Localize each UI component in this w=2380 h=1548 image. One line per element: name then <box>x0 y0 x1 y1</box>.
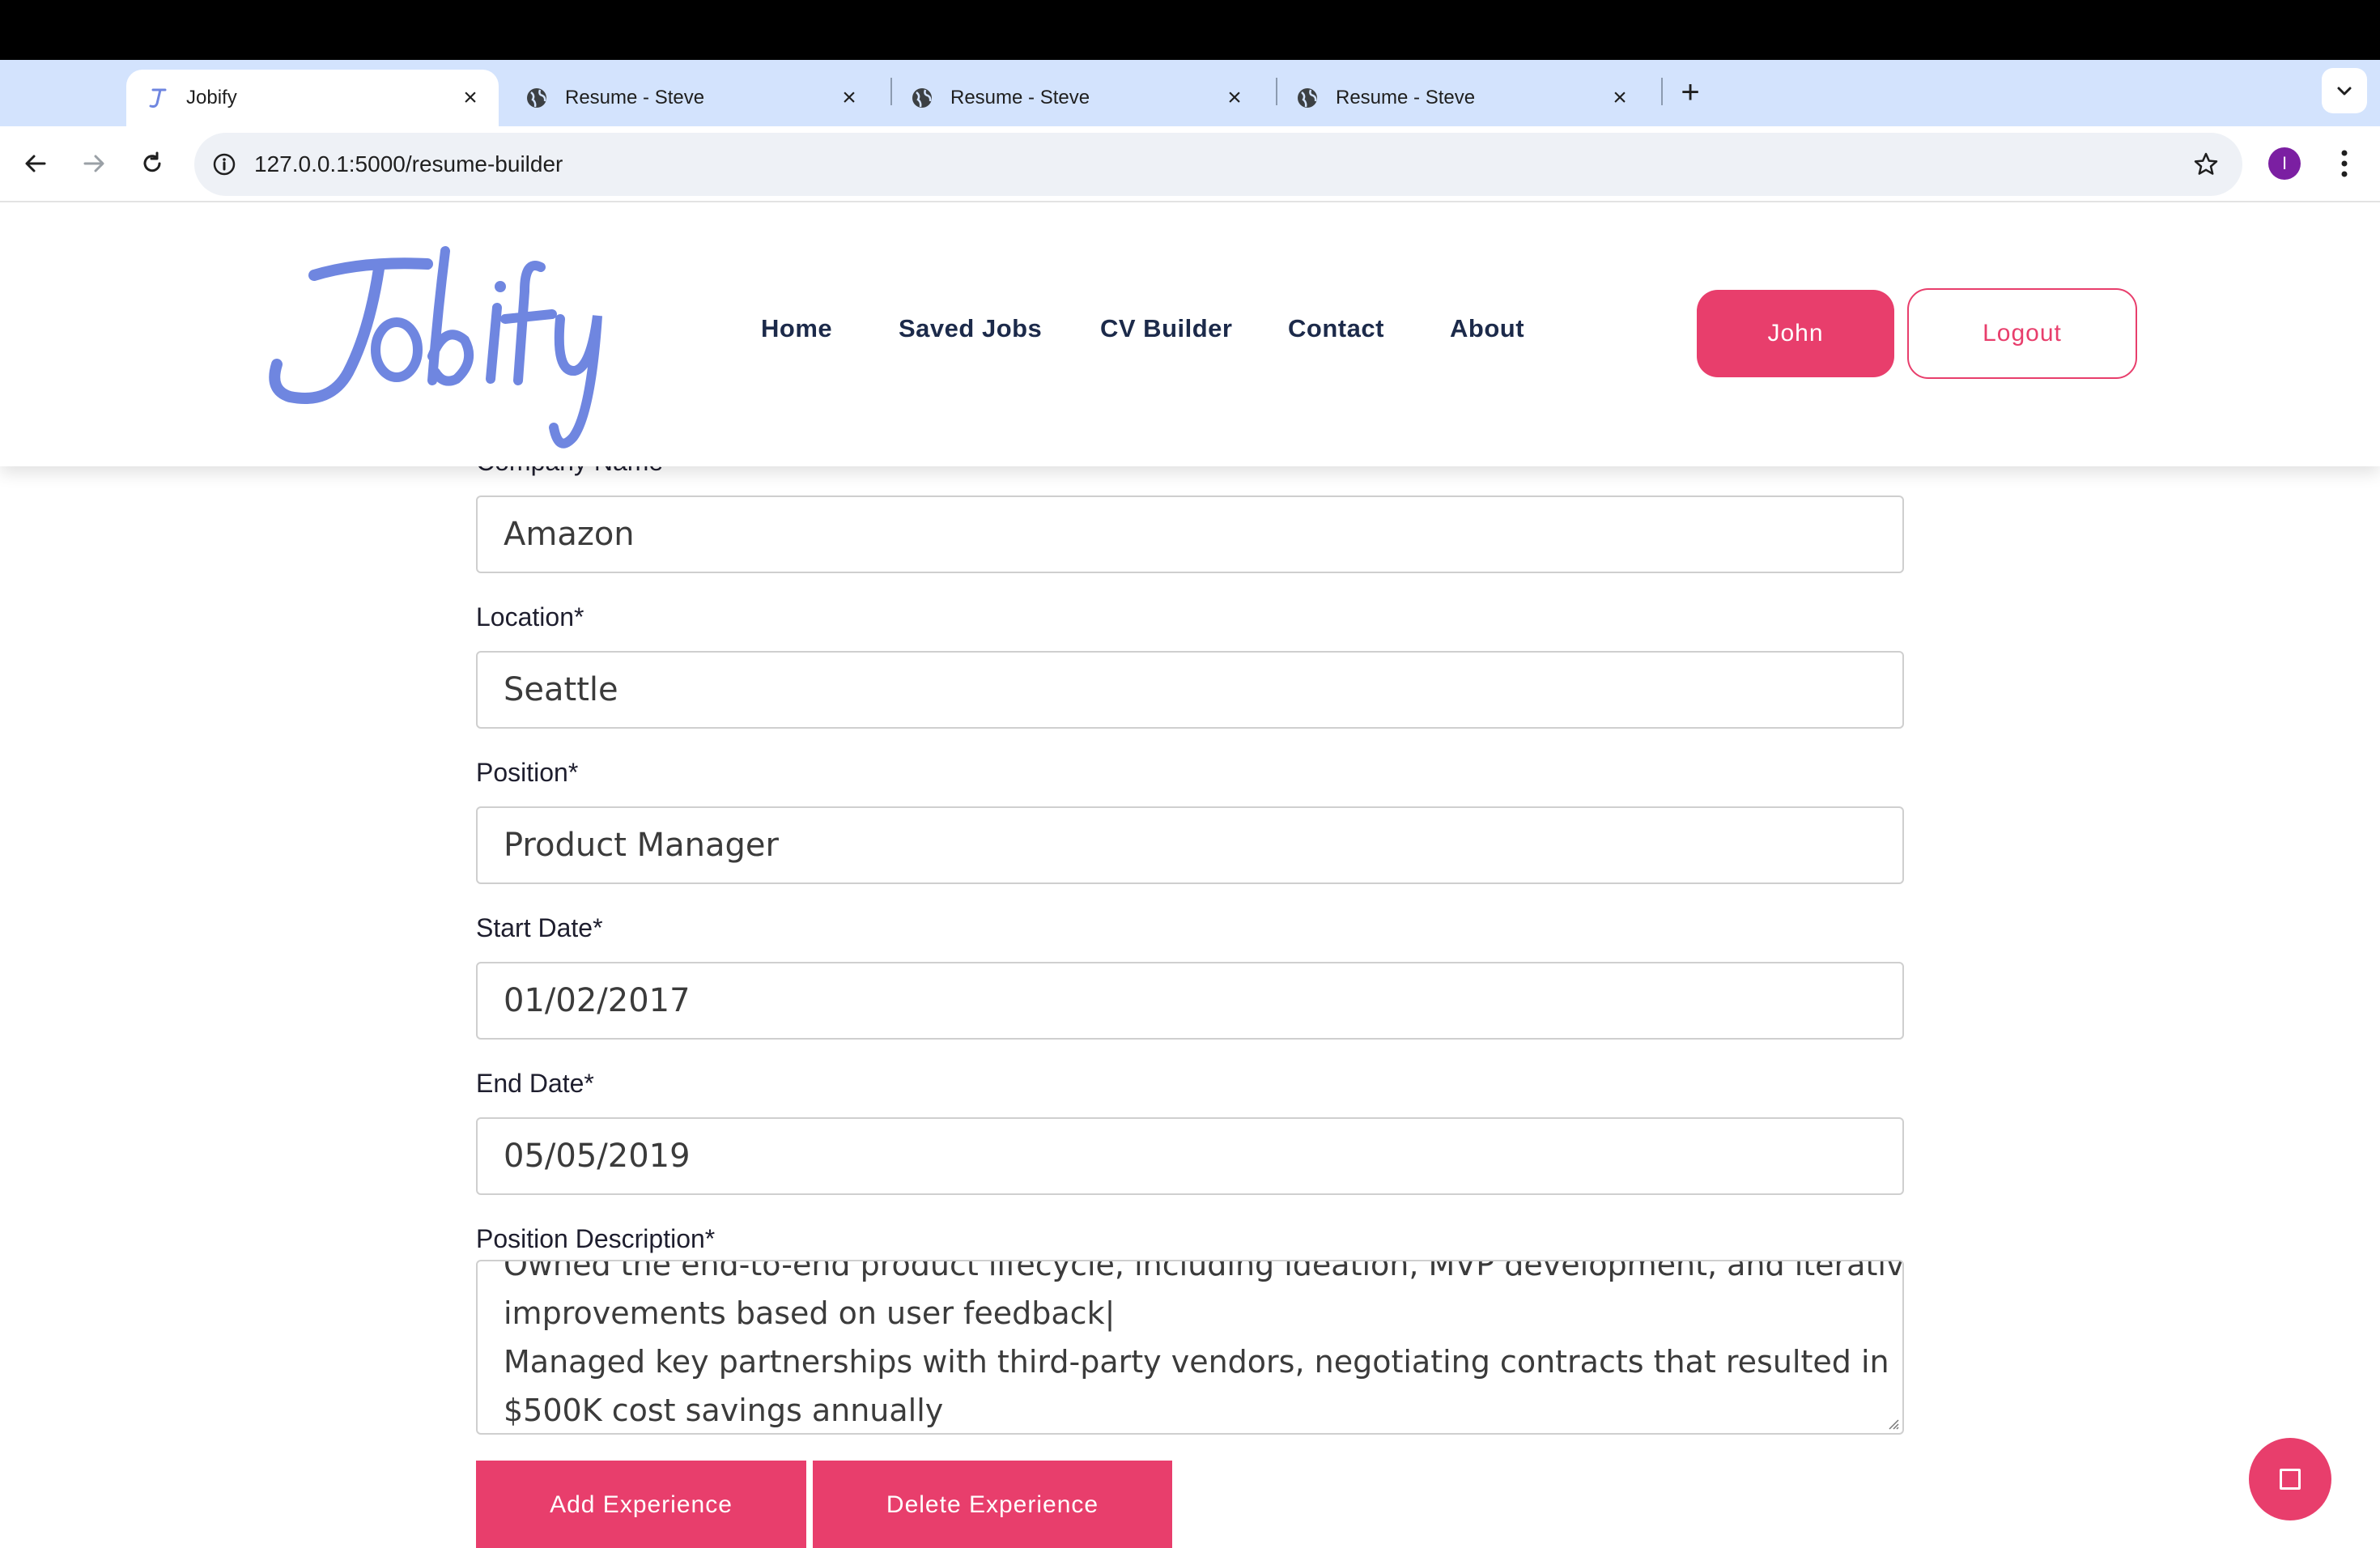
profile-avatar[interactable]: I <box>2268 147 2301 180</box>
resize-grip-icon[interactable] <box>1888 1418 1899 1430</box>
description-line: improvements based on user feedback| <box>504 1295 1116 1331</box>
description-line: Managed key partnerships with third-part… <box>504 1344 1889 1380</box>
arrow-left-icon <box>25 155 46 172</box>
address-bar[interactable]: 127.0.0.1:5000/resume-builder <box>194 133 2242 196</box>
os-top-bar <box>0 0 2380 60</box>
nav-saved-jobs[interactable]: Saved Jobs <box>899 314 1042 343</box>
tab-title: Resume - Steve <box>950 87 1090 108</box>
reload-icon <box>143 151 161 172</box>
browser-tab-resume[interactable]: Resume - Steve × <box>1276 70 1648 126</box>
start-date-input[interactable]: 01/02/2017 <box>476 962 1904 1040</box>
company-name-input[interactable]: Amazon <box>476 495 1904 573</box>
add-experience-button[interactable]: Add Experience <box>476 1461 806 1548</box>
browser-tab-jobify[interactable]: Jobify × <box>126 70 499 126</box>
chevron-down-icon <box>2337 87 2352 96</box>
page-viewport: Home Saved Jobs CV Builder Contact About… <box>0 202 2380 1548</box>
arrow-right-icon <box>83 155 104 172</box>
logout-button[interactable]: Logout <box>1907 288 2137 379</box>
position-description-label: Position Description* <box>476 1224 716 1253</box>
browser-tab-resume[interactable]: Resume - Steve × <box>505 70 878 126</box>
globe-icon <box>1295 86 1320 110</box>
tab-close-icon[interactable]: × <box>1222 84 1247 111</box>
bookmark-star-icon[interactable] <box>2186 144 2226 185</box>
tab-close-icon[interactable]: × <box>1608 84 1632 111</box>
position-label: Position* <box>476 758 579 787</box>
end-date-label: End Date* <box>476 1069 594 1098</box>
globe-icon <box>525 86 549 110</box>
jobify-favicon-icon <box>146 86 170 110</box>
url-text[interactable]: 127.0.0.1:5000/resume-builder <box>254 133 563 196</box>
description-line: Owned the end-to-end product lifecycle, … <box>504 1260 1904 1282</box>
stop-square-icon <box>2280 1469 2301 1490</box>
location-input[interactable]: Seattle <box>476 651 1904 729</box>
delete-experience-button[interactable]: Delete Experience <box>813 1461 1172 1548</box>
jobify-logo[interactable] <box>257 219 646 449</box>
nav-home[interactable]: Home <box>761 314 832 343</box>
start-date-label: Start Date* <box>476 913 603 942</box>
nav-cv-builder[interactable]: CV Builder <box>1100 314 1232 343</box>
tab-separator <box>1661 78 1663 105</box>
position-description-textarea[interactable]: Owned the end-to-end product lifecycle, … <box>476 1260 1904 1435</box>
browser-menu-icon[interactable] <box>2328 146 2361 181</box>
globe-icon <box>910 86 934 110</box>
reload-button[interactable] <box>131 142 173 185</box>
floating-action-button[interactable] <box>2249 1438 2331 1520</box>
tab-close-icon[interactable]: × <box>837 84 861 111</box>
site-info-icon[interactable] <box>204 144 244 185</box>
end-date-input[interactable]: 05/05/2019 <box>476 1117 1904 1195</box>
forward-button[interactable] <box>73 142 115 185</box>
nav-contact[interactable]: Contact <box>1288 314 1384 343</box>
browser-toolbar: 127.0.0.1:5000/resume-builder I <box>0 126 2380 202</box>
tab-title: Resume - Steve <box>1336 87 1476 108</box>
user-profile-button[interactable]: John <box>1697 290 1894 377</box>
tab-close-icon[interactable]: × <box>458 84 482 111</box>
tab-title: Resume - Steve <box>565 87 705 108</box>
back-button[interactable] <box>15 142 57 185</box>
tab-search-button[interactable] <box>2322 68 2367 113</box>
new-tab-button[interactable]: + <box>1674 74 1706 110</box>
location-label: Location* <box>476 602 584 632</box>
site-header: Home Saved Jobs CV Builder Contact About… <box>0 202 2380 466</box>
description-line: $500K cost savings annually <box>504 1393 944 1428</box>
browser-tab-resume[interactable]: Resume - Steve × <box>890 70 1263 126</box>
position-input[interactable]: Product Manager <box>476 806 1904 884</box>
nav-about[interactable]: About <box>1450 314 1524 343</box>
jobify-logo-art <box>269 246 602 449</box>
tab-title: Jobify <box>186 87 237 108</box>
